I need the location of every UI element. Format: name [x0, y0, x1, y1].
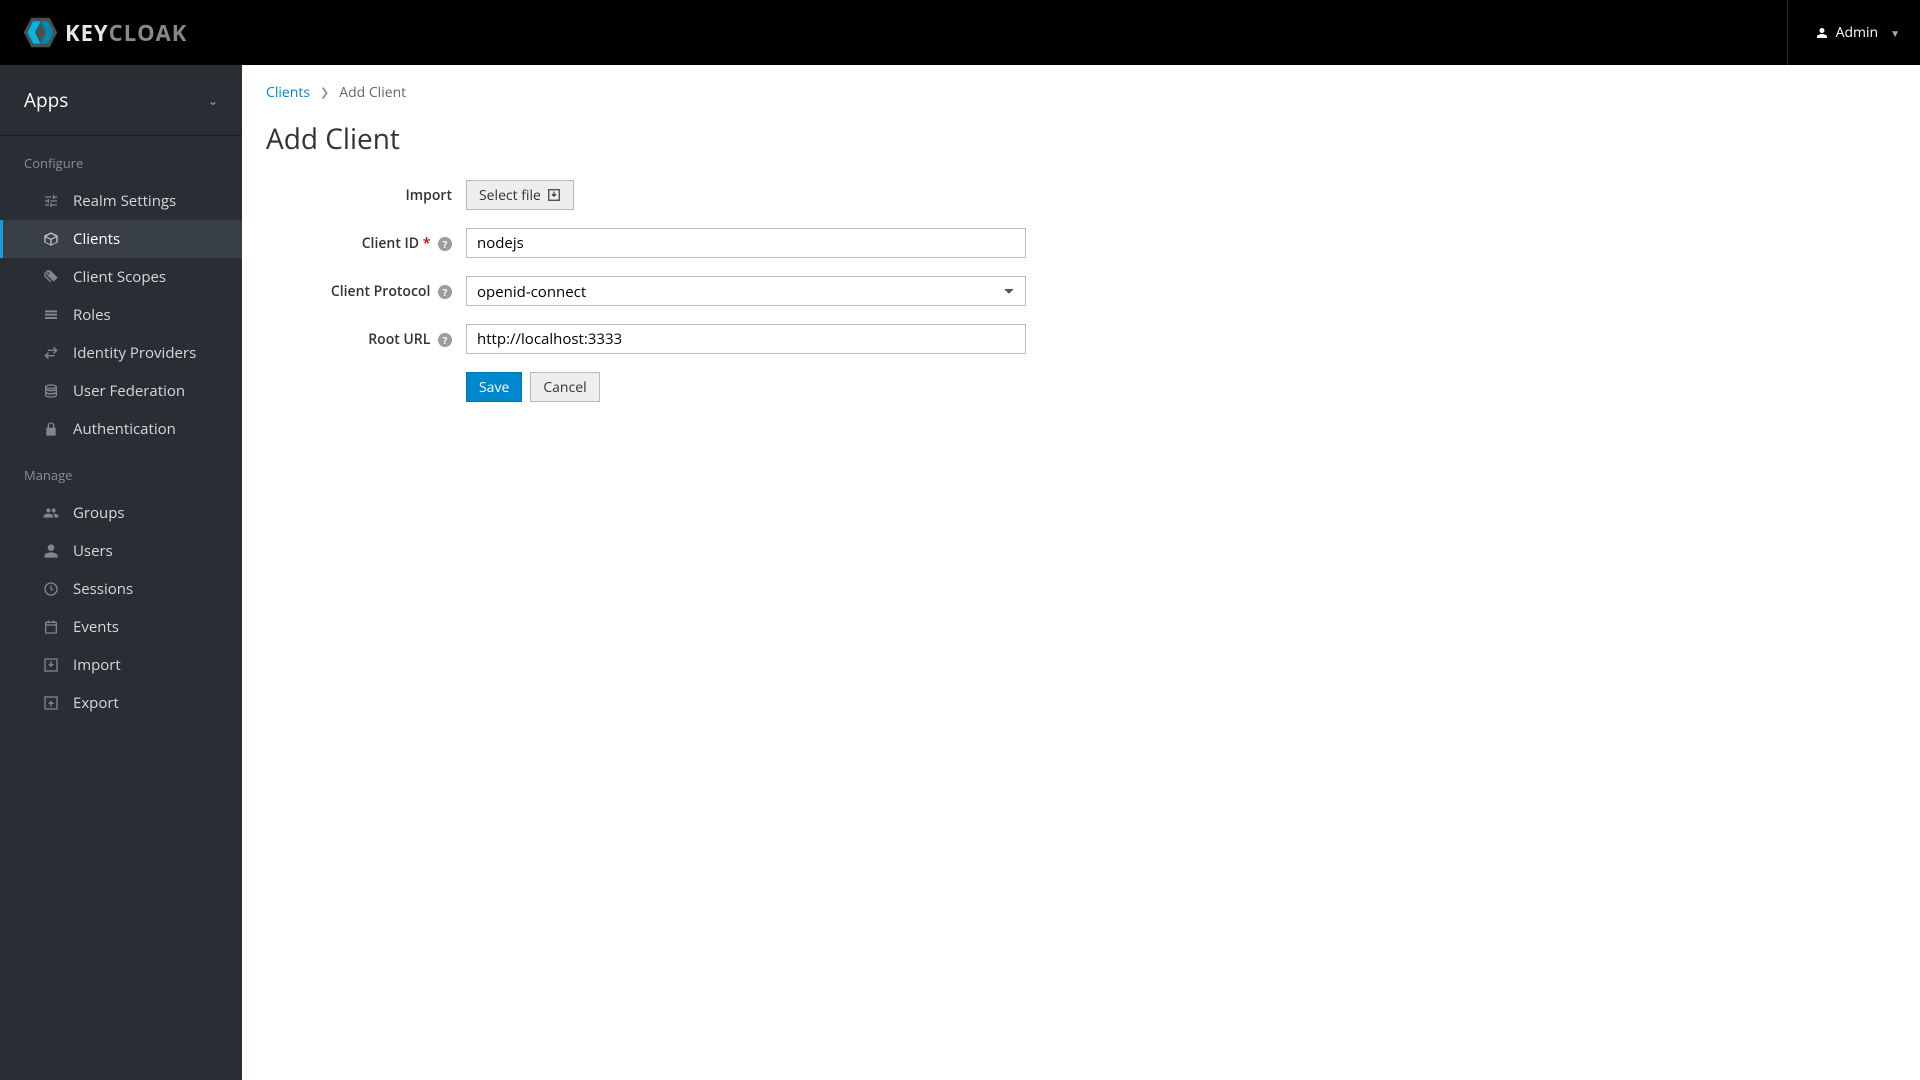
- sliders-icon: [43, 193, 59, 209]
- sidebar-item-label: Authentication: [73, 419, 176, 439]
- sidebar-item-sessions[interactable]: Sessions: [0, 570, 242, 608]
- sidebar-item-events[interactable]: Events: [0, 608, 242, 646]
- exchange-icon: [43, 345, 59, 361]
- sidebar-item-label: Export: [73, 693, 119, 713]
- import-icon: [547, 188, 561, 202]
- brand-logo[interactable]: KEYCLOAK: [22, 14, 187, 51]
- user-menu[interactable]: Admin ▼: [1787, 0, 1900, 65]
- sidebar-item-label: Import: [73, 655, 121, 675]
- sidebar-item-label: Groups: [73, 503, 125, 523]
- client-id-input[interactable]: [466, 228, 1026, 258]
- chevron-down-icon: ⌄: [208, 92, 218, 109]
- save-button[interactable]: Save: [466, 372, 522, 402]
- brand-text: KEYCLOAK: [65, 18, 187, 48]
- sidebar-item-groups[interactable]: Groups: [0, 494, 242, 532]
- sidebar-item-clients[interactable]: Clients: [0, 220, 242, 258]
- section-label-manage: Manage: [0, 448, 242, 494]
- import-icon: [43, 657, 59, 673]
- realm-name: Apps: [24, 87, 68, 113]
- calendar-icon: [43, 619, 59, 635]
- client-protocol-label: Client Protocol ?: [266, 282, 466, 301]
- realm-selector[interactable]: Apps ⌄: [0, 65, 242, 136]
- sidebar-item-label: Realm Settings: [73, 191, 176, 211]
- root-url-input[interactable]: [466, 324, 1026, 354]
- help-icon[interactable]: ?: [438, 285, 452, 299]
- sidebar-item-import[interactable]: Import: [0, 646, 242, 684]
- sidebar-item-identity-providers[interactable]: Identity Providers: [0, 334, 242, 372]
- help-icon[interactable]: ?: [438, 237, 452, 251]
- sidebar-item-label: User Federation: [73, 381, 185, 401]
- user-label: Admin: [1836, 23, 1879, 42]
- clock-icon: [43, 581, 59, 597]
- database-icon: [43, 383, 59, 399]
- export-icon: [43, 695, 59, 711]
- page-title: Add Client: [266, 120, 1896, 158]
- user-icon: [1816, 27, 1828, 39]
- keycloak-logo-icon: [22, 14, 59, 51]
- client-id-label: Client ID * ?: [266, 234, 466, 253]
- sidebar-item-roles[interactable]: Roles: [0, 296, 242, 334]
- sidebar-item-label: Identity Providers: [73, 343, 196, 363]
- cancel-button[interactable]: Cancel: [530, 372, 599, 402]
- chevron-down-icon: ▼: [1890, 26, 1900, 40]
- sidebar-item-client-scopes[interactable]: Client Scopes: [0, 258, 242, 296]
- select-file-button[interactable]: Select file: [466, 180, 574, 210]
- breadcrumb: Clients ❯ Add Client: [266, 83, 1896, 102]
- list-icon: [43, 307, 59, 323]
- sidebar-item-export[interactable]: Export: [0, 684, 242, 722]
- topbar: KEYCLOAK Admin ▼: [0, 0, 1920, 65]
- sidebar-item-users[interactable]: Users: [0, 532, 242, 570]
- sidebar-item-label: Sessions: [73, 579, 133, 599]
- sidebar-item-label: Events: [73, 617, 119, 637]
- tags-icon: [43, 269, 59, 285]
- chevron-right-icon: ❯: [320, 85, 329, 100]
- sidebar-item-user-federation[interactable]: User Federation: [0, 372, 242, 410]
- users-icon: [43, 505, 59, 521]
- user-icon: [43, 543, 59, 559]
- sidebar-item-label: Client Scopes: [73, 267, 166, 287]
- sidebar-item-realm-settings[interactable]: Realm Settings: [0, 182, 242, 220]
- sidebar-item-label: Users: [73, 541, 113, 561]
- sidebar: Apps ⌄ Configure Realm Settings Clients …: [0, 65, 242, 1080]
- breadcrumb-parent-link[interactable]: Clients: [266, 83, 310, 102]
- section-label-configure: Configure: [0, 136, 242, 182]
- help-icon[interactable]: ?: [438, 333, 452, 347]
- client-protocol-select[interactable]: openid-connect: [466, 276, 1026, 306]
- add-client-form: Import Select file Client ID * ?: [266, 180, 1296, 402]
- breadcrumb-current: Add Client: [339, 83, 406, 102]
- sidebar-item-label: Clients: [73, 229, 120, 249]
- root-url-label: Root URL ?: [266, 330, 466, 349]
- sidebar-item-authentication[interactable]: Authentication: [0, 410, 242, 448]
- cube-icon: [43, 231, 59, 247]
- import-label: Import: [266, 186, 466, 205]
- main-content: Clients ❯ Add Client Add Client Import S…: [242, 65, 1920, 1080]
- lock-icon: [43, 421, 59, 437]
- sidebar-item-label: Roles: [73, 305, 111, 325]
